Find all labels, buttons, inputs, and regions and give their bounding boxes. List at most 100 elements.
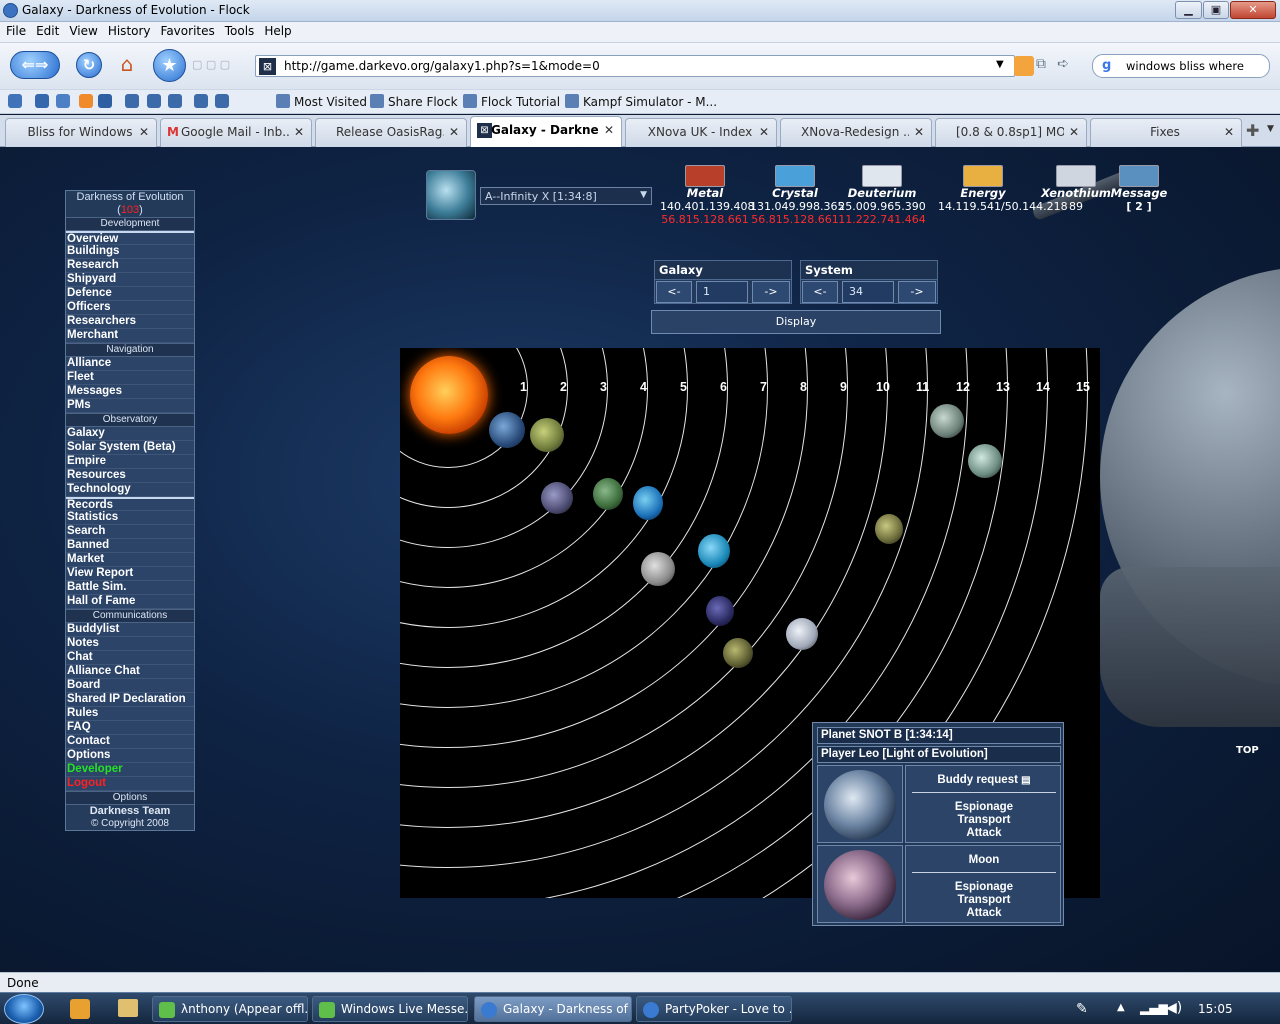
menu-item-alliance-chat[interactable]: Alliance Chat [66,665,194,679]
menu-item-galaxy[interactable]: Galaxy [66,427,194,441]
menu-item-market[interactable]: Market [66,553,194,567]
search-input[interactable]: windows bliss where [1126,59,1244,73]
espionage-link[interactable]: Espionage [906,801,1062,814]
tray-notes-icon[interactable]: ✎ [1076,1001,1088,1017]
rss-icon[interactable] [79,94,93,108]
moon-transport-link[interactable]: Transport [906,894,1062,907]
menu-item-alliance[interactable]: Alliance [66,357,194,371]
transport-link[interactable]: Transport [906,814,1062,827]
menu-item-view-report[interactable]: View Report [66,567,194,581]
top-link[interactable]: TOP [1236,745,1259,756]
bookmark-icon[interactable]: ⧉ [1036,56,1056,76]
planet-3[interactable] [541,482,573,514]
menu-view[interactable]: View [63,22,101,38]
tray-expand-icon[interactable]: ▲ [1117,1002,1125,1013]
menu-item-officers[interactable]: Officers [66,301,194,315]
search-box[interactable]: g windows bliss where [1092,54,1270,78]
tab-galaxy[interactable]: ⊠Galaxy - Darkne...✕ [470,116,622,147]
url-dropdown-icon[interactable]: ▼ [996,59,1004,70]
menu-item-notes[interactable]: Notes [66,637,194,651]
menu-item-defence[interactable]: Defence [66,287,194,301]
close-tab-icon[interactable]: ✕ [449,125,459,139]
planet-12[interactable] [930,404,964,438]
planet-10[interactable] [786,618,818,650]
resource-crystal[interactable]: Crystal 131.049.998.365 56.815.128.661 [750,165,844,226]
go-arrow-icon[interactable]: ➪ [1057,56,1077,76]
taskbar-item-galaxy[interactable]: Galaxy - Darkness of ... [474,996,632,1022]
pin-icon[interactable] [147,94,161,108]
menu-item-contact[interactable]: Contact [66,735,194,749]
menu-item-fleet[interactable]: Fleet [66,371,194,385]
planet-5[interactable] [633,486,663,520]
close-tab-icon[interactable]: ✕ [1224,125,1234,139]
new-tab-icon[interactable]: ✚ [1246,121,1259,140]
tab-xnova-redesign[interactable]: XNova-Redesign ... ✕ [780,118,932,147]
moon-thumbnail-image[interactable] [824,850,896,920]
system-prev-button[interactable]: <- [802,281,838,303]
bookmark-flock-tutorial[interactable]: Flock Tutorial [463,94,560,109]
close-tab-icon[interactable]: ✕ [914,125,924,139]
display-button[interactable]: Display [651,310,941,334]
resource-metal[interactable]: Metal 140.401.139.408 56.815.128.661 [660,165,754,226]
planet-4[interactable] [593,478,623,510]
menu-item-search[interactable]: Search [66,525,194,539]
menu-item-chat[interactable]: Chat [66,651,194,665]
close-tab-icon[interactable]: ✕ [294,125,304,139]
menu-item-merchant[interactable]: Merchant [66,329,194,343]
back-forward-button[interactable]: ⇐⇒ [10,51,60,79]
tab-mod[interactable]: [0.8 & 0.8sp1] MO...✕ [935,118,1087,147]
menu-item-banned[interactable]: Banned [66,539,194,553]
planet-9[interactable] [723,638,753,668]
start-button[interactable] [4,994,44,1024]
tab-google-mail[interactable]: M Google Mail - Inb... ✕ [160,118,312,147]
planet-thumbnail-image[interactable] [824,770,896,840]
planet-13[interactable] [968,444,1002,478]
galaxy-input[interactable]: 1 [696,281,748,303]
tab-fixes[interactable]: Fixes ✕ [1090,118,1242,147]
flock-icon[interactable] [8,94,22,108]
minimize-button[interactable]: ▁ [1175,1,1202,19]
menu-item-options[interactable]: Options [66,749,194,763]
taskbar-item-messenger-contact[interactable]: λnthony (Appear offl... [152,996,308,1022]
people-icon[interactable] [35,94,49,108]
moon-espionage-link[interactable]: Espionage [906,881,1062,894]
tab-bliss-for-windows[interactable]: Bliss for Windows ✕ [5,118,157,147]
menu-item-board[interactable]: Board [66,679,194,693]
menu-item-records[interactable]: Records [66,497,194,511]
menu-item-empire[interactable]: Empire [66,455,194,469]
planet-8[interactable] [706,596,734,626]
star-favorite-icon[interactable]: ★ [153,49,186,82]
menu-item-technology[interactable]: Technology [66,483,194,497]
tab-release-oasisrag[interactable]: Release OasisRag... ✕ [315,118,467,147]
taskbar-item-partypoker[interactable]: PartyPoker - Love to ... [636,996,792,1022]
moon-attack-link[interactable]: Attack [906,907,1062,920]
menu-item-resources[interactable]: Resources [66,469,194,483]
menu-item-pms[interactable]: PMs [66,399,194,413]
planet-2[interactable] [530,418,564,452]
explorer-folder-icon[interactable] [118,999,138,1017]
menu-item-messages[interactable]: Messages [66,385,194,399]
tab-xnova-uk[interactable]: XNova UK - Index ✕ [625,118,777,147]
menu-item-statistics[interactable]: Statistics [66,511,194,525]
reload-icon[interactable]: ↻ [76,52,102,78]
menu-item-buddylist[interactable]: Buddylist [66,623,194,637]
menu-item-research[interactable]: Research [66,259,194,273]
menu-item-faq[interactable]: FAQ [66,721,194,735]
menu-item-researchers[interactable]: Researchers [66,315,194,329]
maximize-button[interactable]: ▣ [1203,1,1229,19]
menu-item-shipyard[interactable]: Shipyard [66,273,194,287]
media-player-icon[interactable] [70,999,90,1019]
planet-6[interactable] [641,552,675,586]
close-tab-icon[interactable]: ✕ [759,125,769,139]
menu-item-buildings[interactable]: Buildings [66,245,194,259]
planet-7[interactable] [698,534,730,568]
system-next-button[interactable]: -> [898,281,936,303]
menu-file[interactable]: File [0,22,30,38]
system-input[interactable]: 34 [842,281,894,303]
buddy-request-link[interactable]: Buddy request ▤ [906,774,1062,787]
current-planet-image[interactable] [426,170,476,220]
planet-11[interactable] [875,514,903,544]
network-icon[interactable]: ▂▄▆ [1140,1001,1168,1015]
taskbar-item-live-messenger[interactable]: Windows Live Messe... [312,996,468,1022]
bookmark-most-visited[interactable]: Most Visited [276,94,367,109]
